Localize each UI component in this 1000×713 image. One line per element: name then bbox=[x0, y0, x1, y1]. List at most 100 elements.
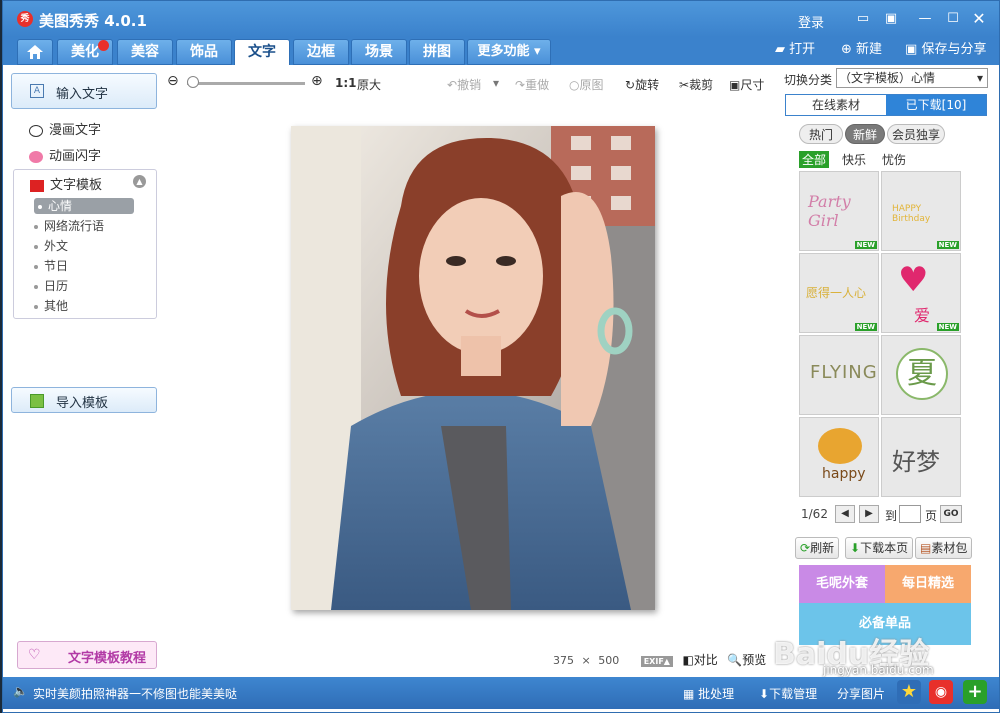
filter-vip[interactable]: 会员独享 bbox=[887, 124, 945, 144]
tab-beautify[interactable]: 美化 bbox=[57, 39, 113, 65]
template-item-internet-slang[interactable]: 网络流行语 bbox=[34, 218, 134, 234]
compare-button[interactable]: ◧对比 bbox=[682, 653, 717, 667]
zoom-in-icon[interactable]: ⊕ bbox=[311, 73, 323, 89]
new-badge bbox=[98, 40, 109, 51]
tab-scene[interactable]: 场景 bbox=[351, 39, 407, 65]
hand-icon: ♡ bbox=[28, 647, 41, 663]
save-share-button[interactable]: ▣ 保存与分享 bbox=[905, 41, 986, 59]
crop-button[interactable]: ✂裁剪 bbox=[679, 76, 713, 93]
home-tab[interactable] bbox=[17, 39, 53, 65]
download-page-button[interactable]: ⬇下载本页 bbox=[845, 537, 914, 559]
prev-page-button[interactable]: ◀ bbox=[835, 505, 855, 523]
filter-hot[interactable]: 热门 bbox=[799, 124, 843, 144]
category-select[interactable]: （文字模板）心情 ▾ bbox=[836, 68, 988, 88]
subfilter-happy[interactable]: 快乐 bbox=[842, 151, 866, 168]
preview-button[interactable]: 🔍预览 bbox=[727, 653, 766, 667]
exif-button[interactable]: EXIF▲ bbox=[640, 656, 673, 667]
watermark-url: jingyan.baidu.com bbox=[823, 663, 934, 677]
next-page-button[interactable]: ▶ bbox=[859, 505, 879, 523]
original-size-button[interactable]: 原大 bbox=[357, 76, 381, 93]
batch-button[interactable]: ▦ 批处理 bbox=[683, 685, 734, 702]
template-header[interactable]: 文字模板 bbox=[30, 174, 102, 193]
redo-button[interactable]: ↷重做 bbox=[515, 76, 549, 93]
pager: 1/62 ◀ ▶ 到 页 GO bbox=[799, 505, 989, 523]
anim-text-item[interactable]: 动画闪字 bbox=[29, 145, 101, 164]
new-button[interactable]: ⊕ 新建 bbox=[841, 41, 882, 59]
download-manager-button[interactable]: ⬇下载管理 bbox=[759, 685, 817, 702]
tab-label: 美化 bbox=[71, 44, 99, 60]
thumbnail[interactable]: HAPPY Birthday NEW bbox=[881, 171, 961, 251]
maximize-icon[interactable]: ☐ bbox=[945, 11, 961, 27]
tab-more[interactable]: 更多功能 ▾ bbox=[467, 39, 551, 65]
material-pack-button[interactable]: ▤素材包 bbox=[915, 537, 973, 559]
import-template-button[interactable]: 导入模板 bbox=[11, 387, 157, 413]
template-item-holiday[interactable]: 节日 bbox=[34, 258, 134, 274]
tab-collage[interactable]: 拼图 bbox=[409, 39, 465, 65]
go-button[interactable]: GO bbox=[940, 505, 962, 523]
banner-right[interactable]: 每日精选 bbox=[885, 565, 971, 603]
photo-image[interactable] bbox=[291, 126, 655, 610]
thumbnail[interactable]: Party Girl NEW bbox=[799, 171, 879, 251]
tab-downloaded[interactable]: 已下载[10] bbox=[886, 95, 986, 115]
input-text-button[interactable]: A 输入文字 bbox=[11, 73, 157, 109]
thumbnail[interactable]: FLYING bbox=[799, 335, 879, 415]
edit-toolbar: ⊖ ⊕ 1:1 原大 ↶撤销 ▾ ↷重做 ○原图 ↻旋转 ✂裁剪 ▣尺寸 bbox=[163, 71, 773, 97]
template-item-calendar[interactable]: 日历 bbox=[34, 278, 134, 294]
thumbnail[interactable]: 夏 bbox=[881, 335, 961, 415]
tab-text[interactable]: 文字 bbox=[234, 39, 290, 65]
message-icon[interactable]: ▭ bbox=[855, 11, 871, 27]
zoom-ratio[interactable]: 1:1 bbox=[335, 76, 357, 90]
sun-flower-icon bbox=[818, 428, 862, 464]
new-badge: NEW bbox=[854, 323, 877, 331]
template-box: 文字模板 ▲ 心情 网络流行语 外文 节日 日历 其他 bbox=[13, 169, 157, 319]
page-input[interactable] bbox=[899, 505, 921, 523]
subfilter-all[interactable]: 全部 bbox=[799, 151, 830, 168]
thumbnail[interactable]: ♥ 爱 NEW bbox=[881, 253, 961, 333]
canvas-area bbox=[163, 97, 777, 667]
template-item-other[interactable]: 其他 bbox=[34, 298, 134, 314]
tab-online-material[interactable]: 在线素材 bbox=[786, 95, 886, 115]
love-template-icon bbox=[30, 179, 44, 192]
banner-left[interactable]: 毛呢外套 bbox=[799, 565, 885, 603]
star-icon[interactable]: ★ bbox=[897, 680, 921, 704]
zoom-out-icon[interactable]: ⊖ bbox=[167, 73, 179, 89]
zoom-slider-handle[interactable] bbox=[187, 76, 199, 88]
template-item-foreign[interactable]: 外文 bbox=[34, 238, 134, 254]
folder-icon: ▰ bbox=[775, 42, 785, 57]
text-template-tutorial-button[interactable]: ♡ 文字模板教程 bbox=[17, 641, 157, 669]
thumbnail[interactable]: 好梦 bbox=[881, 417, 961, 497]
new-badge: NEW bbox=[854, 241, 877, 249]
open-button[interactable]: ▰ 打开 bbox=[775, 41, 815, 59]
undo-dropdown-icon[interactable]: ▾ bbox=[493, 76, 499, 90]
close-icon[interactable]: ✕ bbox=[971, 11, 987, 27]
size-button[interactable]: ▣尺寸 bbox=[729, 76, 764, 93]
refresh-button[interactable]: ⟳刷新 bbox=[795, 537, 840, 559]
undo-button[interactable]: ↶撤销 bbox=[447, 76, 481, 93]
comic-text-item[interactable]: 漫画文字 bbox=[29, 119, 101, 138]
zoom-slider[interactable] bbox=[187, 82, 305, 85]
skin-icon[interactable]: ▣ bbox=[883, 11, 899, 27]
tab-border[interactable]: 边框 bbox=[293, 39, 349, 65]
import-template-label: 导入模板 bbox=[56, 396, 109, 411]
add-icon[interactable]: + bbox=[963, 680, 987, 704]
tab-accessory[interactable]: 饰品 bbox=[176, 39, 232, 65]
rotate-button[interactable]: ↻旋转 bbox=[625, 76, 659, 93]
refresh-icon: ⟳ bbox=[800, 541, 811, 555]
tab-face[interactable]: 美容 bbox=[117, 39, 173, 65]
thumbnail[interactable]: 愿得一人心 NEW bbox=[799, 253, 879, 333]
filter-new[interactable]: 新鲜 bbox=[845, 124, 885, 144]
tip-text[interactable]: 实时美颜拍照神器一不修图也能美美哒 bbox=[33, 685, 237, 702]
left-panel: A 输入文字 漫画文字 动画闪字 文字模板 ▲ 心情 网络流行语 外文 节日 日… bbox=[11, 69, 159, 669]
comic-text-label: 漫画文字 bbox=[49, 123, 102, 138]
original-button[interactable]: ○原图 bbox=[569, 76, 604, 93]
collapse-icon[interactable]: ▲ bbox=[133, 175, 146, 188]
weibo-icon[interactable]: ◉ bbox=[929, 680, 953, 704]
share-picture-button[interactable]: 分享图片 bbox=[837, 685, 885, 702]
minimize-icon[interactable]: — bbox=[917, 11, 933, 27]
template-header-label: 文字模板 bbox=[50, 178, 103, 193]
template-item-mood[interactable]: 心情 bbox=[34, 198, 134, 214]
thumbnail[interactable]: happy bbox=[799, 417, 879, 497]
subfilter-sad[interactable]: 忧伤 bbox=[882, 151, 906, 168]
image-height: 500 bbox=[598, 654, 620, 667]
login-link[interactable]: 登录 bbox=[798, 12, 824, 31]
